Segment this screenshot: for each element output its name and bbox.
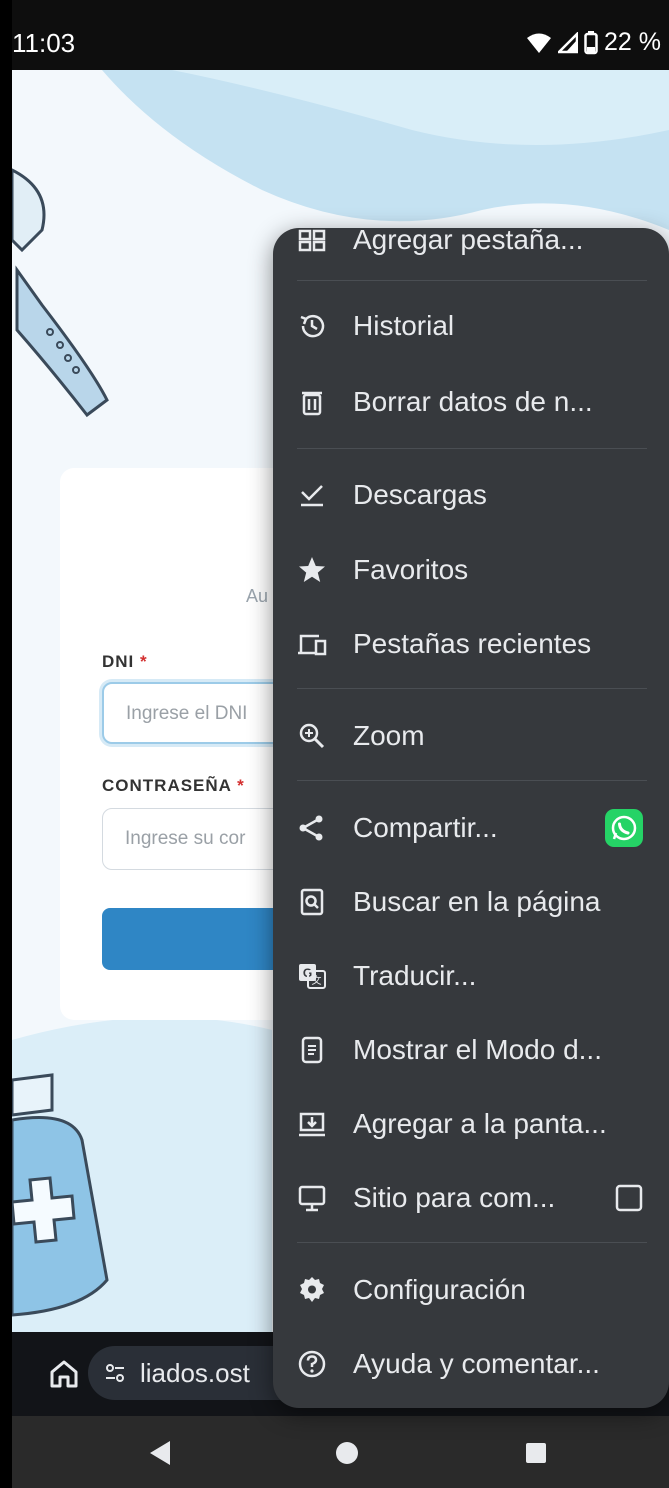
password-label: CONTRASEÑA * [102, 776, 245, 795]
trash-icon [302, 391, 322, 416]
menu-item-label: Ayuda y comentar... [353, 1348, 600, 1379]
menu-item-label: Compartir... [353, 812, 498, 843]
wifi-icon [527, 33, 552, 53]
menu-item-settings[interactable]: Configuración [273, 1258, 669, 1322]
recents-icon[interactable] [524, 1440, 548, 1466]
system-nav-bar [12, 1416, 669, 1488]
menu-item-reader-mode[interactable]: Mostrar el Modo d... [273, 1018, 669, 1082]
devices-icon [298, 634, 327, 656]
back-icon[interactable] [148, 1440, 172, 1466]
menu-item-history[interactable]: Historial [273, 294, 669, 358]
home-icon[interactable] [48, 1358, 80, 1390]
desktop-icon [298, 1185, 326, 1212]
menu-item-help[interactable]: Ayuda y comentar... [273, 1332, 669, 1396]
menu-item-label: Pestañas recientes [353, 628, 592, 659]
reader-mode-icon [301, 1036, 323, 1064]
phone-screen: 11:03 22 % Au DNI * Ingrese el DNI CONTR… [12, 0, 669, 1488]
menu-item-clear-data[interactable]: Borrar datos de n... [273, 370, 669, 434]
new-tab-icon [298, 229, 326, 252]
history-icon [300, 314, 325, 338]
add-to-home-icon [299, 1112, 325, 1137]
star-icon [299, 557, 325, 582]
password-placeholder: Ingrese su cor [125, 828, 246, 849]
menu-item-bookmarks[interactable]: Favoritos [273, 538, 669, 602]
menu-item-label: Historial [353, 310, 455, 341]
menu-item-desktop-site[interactable]: Sitio para com... [273, 1166, 669, 1230]
menu-item-label: Descargas [353, 479, 487, 510]
menu-item-label: Zoom [353, 720, 425, 751]
dni-placeholder: Ingrese el DNI [126, 703, 248, 724]
menu-divider [297, 688, 647, 689]
menu-item-label: Traducir... [353, 960, 477, 991]
menu-divider [297, 1242, 647, 1243]
find-in-page-icon [300, 888, 324, 916]
menu-divider [297, 448, 647, 449]
login-subtitle: Au [246, 586, 269, 606]
status-bar: 11:03 22 % [12, 0, 669, 70]
status-time: 11:03 [12, 28, 76, 58]
menu-item-label: Buscar en la página [353, 886, 601, 917]
whatsapp-icon[interactable] [605, 809, 643, 847]
menu-item-label: Sitio para com... [353, 1182, 556, 1213]
menu-item-label: Agregar a la panta... [353, 1108, 607, 1139]
menu-item-share[interactable]: Compartir... [273, 796, 669, 860]
menu-item-label: Borrar datos de n... [353, 386, 593, 417]
site-settings-icon[interactable] [104, 1362, 126, 1384]
browser-overflow-menu: Agregar pestaña... Historial Borrar dato… [273, 228, 669, 1408]
menu-divider [297, 280, 647, 281]
translate-icon: G文 [299, 964, 326, 989]
menu-item-label: Mostrar el Modo d... [353, 1034, 602, 1065]
download-icon [301, 485, 323, 507]
zoom-icon [299, 723, 325, 749]
share-icon [299, 815, 323, 841]
signal-icon [558, 31, 579, 53]
battery-level: 22 % [604, 28, 661, 56]
menu-item-downloads[interactable]: Descargas [273, 463, 669, 527]
menu-item-label: Agregar pestaña... [353, 228, 584, 255]
menu-item-recent-tabs[interactable]: Pestañas recientes [273, 612, 669, 676]
dni-label: DNI * [102, 652, 148, 671]
gear-icon [300, 1277, 324, 1302]
status-icons: 22 % [526, 28, 661, 57]
home-nav-icon[interactable] [335, 1440, 359, 1466]
desktop-site-checkbox[interactable] [615, 1184, 643, 1212]
url-text: liados.ost [140, 1358, 250, 1388]
menu-divider [297, 780, 647, 781]
menu-item-translate[interactable]: G文 Traducir... [273, 944, 669, 1008]
menu-item-new-tab[interactable]: Agregar pestaña... [273, 228, 669, 272]
svg-text:文: 文 [312, 974, 322, 987]
menu-item-label: Favoritos [353, 554, 469, 585]
battery-icon [584, 30, 598, 54]
menu-item-zoom[interactable]: Zoom [273, 704, 669, 768]
menu-item-label: Configuración [353, 1274, 526, 1305]
menu-item-add-to-home[interactable]: Agregar a la panta... [273, 1092, 669, 1156]
help-icon [298, 1350, 326, 1378]
menu-item-find-in-page[interactable]: Buscar en la página [273, 870, 669, 934]
